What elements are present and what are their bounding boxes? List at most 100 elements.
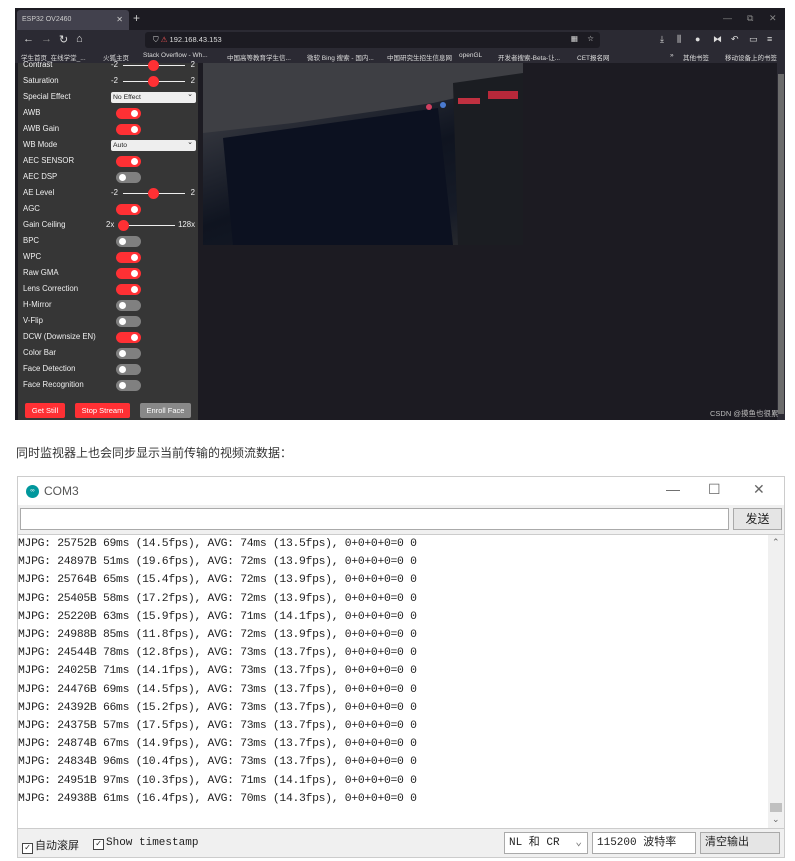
setting-aec-dsp: AEC DSP (23, 169, 195, 185)
aec-sensor-toggle[interactable] (116, 156, 141, 167)
slider-knob[interactable] (148, 188, 159, 199)
close-tab-icon[interactable]: ✕ (116, 15, 123, 24)
contrast-slider[interactable]: -2 2 (111, 57, 195, 73)
star-icon[interactable]: ☆ (587, 34, 594, 43)
slider-min: -2 (111, 76, 118, 85)
show-timestamp-checkbox[interactable]: ✓ Show timestamp (93, 837, 198, 850)
bookmark[interactable]: openGL (459, 52, 482, 59)
back-icon[interactable]: ← (23, 33, 34, 45)
toggle-switch[interactable] (116, 332, 141, 343)
aec-dsp-toggle[interactable] (116, 172, 141, 183)
scroll-down-icon[interactable]: ⌄ (772, 814, 780, 825)
undo-icon[interactable]: ↶ (731, 34, 739, 45)
minimize-icon[interactable]: — (666, 481, 680, 497)
output-line: MJPG: 25220B 63ms (15.9fps), AVG: 71ms (… (18, 610, 417, 623)
tab-title: ESP32 OV2460 (22, 16, 72, 23)
output-line: MJPG: 25752B 69ms (14.5fps), AVG: 74ms (… (18, 538, 417, 550)
setting-label: AWB (23, 108, 41, 117)
url-bar[interactable]: ⛉ ⚠ 192.168.43.153 ▦ ☆ (145, 32, 600, 48)
checkbox-label: 自动滚屏 (35, 841, 79, 853)
qr-icon[interactable]: ▦ (571, 34, 578, 43)
forward-icon[interactable]: → (41, 33, 52, 45)
setting-lens-correction: Lens Correction (23, 281, 195, 297)
wb-mode-select[interactable]: Auto (111, 137, 196, 151)
saturation-slider[interactable]: -2 2 (111, 73, 195, 89)
output-scrollbar[interactable] (768, 535, 784, 828)
menu-icon[interactable]: ≡ (767, 34, 772, 44)
setting-label: Special Effect (23, 92, 71, 101)
stop-stream-button[interactable]: Stop Stream (75, 403, 130, 418)
extension-icon[interactable]: ⧓ (713, 34, 722, 45)
bookmark-folder[interactable]: 其他书签 (683, 52, 709, 62)
toggle-switch[interactable] (116, 380, 141, 391)
tab-esp32[interactable]: ESP32 OV2460 ✕ (17, 10, 129, 30)
ae-level-slider[interactable]: -2 2 (111, 185, 195, 201)
awb-toggle[interactable] (116, 108, 141, 119)
maximize-icon[interactable]: ☐ (708, 481, 721, 498)
slider-knob[interactable] (148, 76, 159, 87)
setting-face-recognition: Face Recognition (23, 377, 195, 393)
toggle-switch[interactable] (116, 268, 141, 279)
page-scrollbar-thumb[interactable] (778, 74, 784, 414)
toggle-switch[interactable] (116, 316, 141, 327)
output-scrollbar-thumb[interactable] (770, 803, 782, 812)
library-icon[interactable]: ⫼ (677, 34, 681, 45)
bookmark[interactable]: 开发者搜索-Beta-让... (498, 52, 560, 62)
screenshot-icon[interactable]: ▭ (749, 34, 758, 45)
close-icon[interactable]: ✕ (753, 481, 765, 498)
setting-dcw-downsize-en: DCW (Downsize EN) (23, 329, 195, 345)
clear-output-button[interactable]: 清空输出 (700, 832, 780, 854)
output-line: MJPG: 24897B 51ms (19.6fps), AVG: 72ms (… (18, 556, 417, 569)
close-window-icon[interactable]: ✕ (769, 13, 777, 24)
minimize-icon[interactable]: — (723, 13, 732, 23)
slider-knob[interactable] (148, 60, 159, 71)
bookmark[interactable]: 中国高等教育学生信... (227, 52, 291, 62)
title-bar: ∞ COM3 — ☐ ✕ (18, 477, 784, 505)
bookmark[interactable]: CET报名网 (577, 52, 610, 62)
baud-rate-select[interactable]: 115200 波特率 (592, 832, 696, 854)
agc-toggle[interactable] (116, 204, 141, 215)
bookmark-folder[interactable]: 移动设备上的书签 (725, 52, 777, 62)
setting-aec-sensor: AEC SENSOR (23, 153, 195, 169)
send-button[interactable]: 发送 (733, 508, 782, 530)
bookmark[interactable]: 微软 Bing 搜索 - 国内... (307, 52, 374, 62)
more-bookmarks-icon[interactable]: » (670, 52, 674, 59)
output-line: MJPG: 24476B 69ms (14.5fps), AVG: 73ms (… (18, 683, 417, 696)
arduino-icon: ∞ (26, 485, 39, 498)
reload-icon[interactable]: ↻ (59, 33, 68, 46)
browser-window: ESP32 OV2460 ✕ + — ⧉ ✕ ← → ↻ ⌂ ⛉ ⚠ 192.16… (15, 8, 785, 420)
line-ending-select[interactable]: NL 和 CR ⌄ (504, 832, 588, 854)
autoscroll-checkbox[interactable]: ✓ 自动滚屏 (22, 837, 79, 854)
checkbox-label: Show timestamp (106, 837, 199, 849)
slider-knob[interactable] (118, 220, 129, 231)
download-icon[interactable]: ⤓ (660, 34, 664, 45)
setting-label: Lens Correction (23, 284, 79, 293)
setting-v-flip: V-Flip (23, 313, 195, 329)
toggle-switch[interactable] (116, 364, 141, 375)
enroll-face-button[interactable]: Enroll Face (140, 403, 191, 418)
awb-gain-toggle[interactable] (116, 124, 141, 135)
bookmark[interactable]: 中国研究生招生信息网 (387, 52, 452, 62)
camera-stream-image (203, 63, 523, 245)
special-effect-select[interactable]: No Effect (111, 89, 196, 103)
slider-min: -2 (111, 60, 118, 69)
gain-ceiling-slider[interactable]: 2x 128x (106, 217, 195, 233)
new-tab-button[interactable]: + (133, 11, 140, 25)
setting-wpc: WPC (23, 249, 195, 265)
toggle-switch[interactable] (116, 236, 141, 247)
toggle-switch[interactable] (116, 348, 141, 359)
send-input[interactable] (20, 508, 729, 530)
setting-h-mirror: H-Mirror (23, 297, 195, 313)
scroll-up-icon[interactable]: ⌃ (772, 537, 780, 548)
toggle-switch[interactable] (116, 252, 141, 263)
toggle-switch[interactable] (116, 284, 141, 295)
setting-face-detection: Face Detection (23, 361, 195, 377)
toggle-switch[interactable] (116, 300, 141, 311)
setting-label: V-Flip (23, 316, 43, 325)
home-icon[interactable]: ⌂ (76, 33, 83, 45)
setting-saturation: Saturation -2 2 (23, 73, 195, 89)
restore-icon[interactable]: ⧉ (747, 13, 753, 24)
account-icon[interactable]: ● (695, 34, 700, 44)
get-still-button[interactable]: Get Still (25, 403, 65, 418)
setting-label: AEC SENSOR (23, 156, 75, 165)
